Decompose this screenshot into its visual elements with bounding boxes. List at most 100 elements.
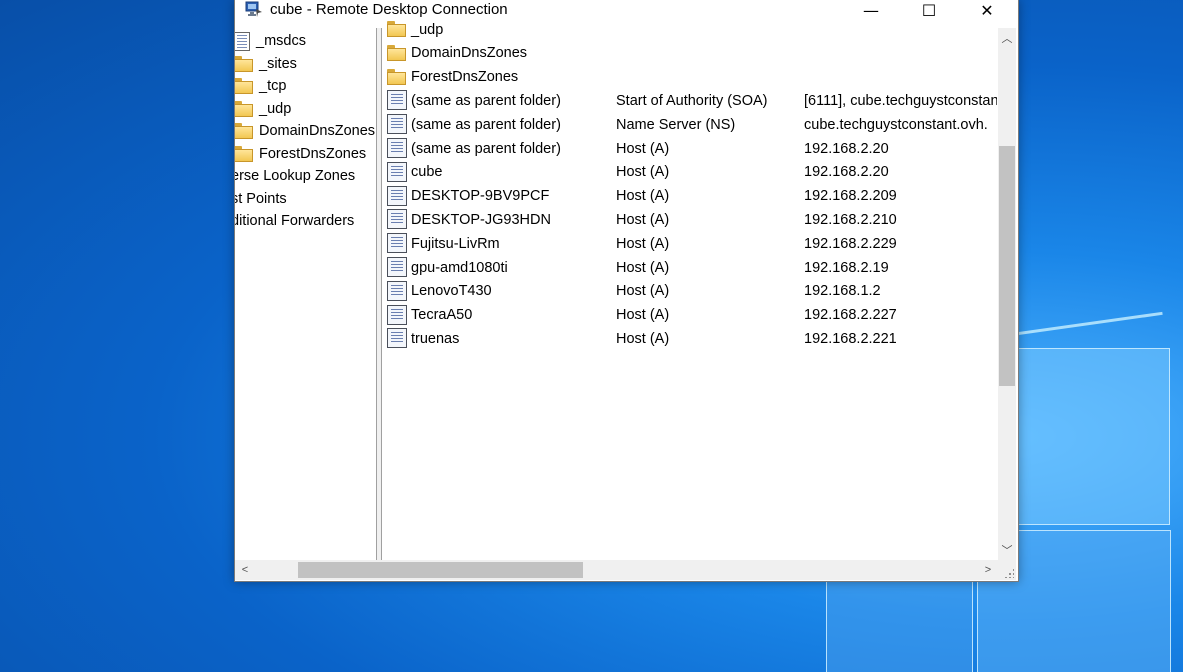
tree-item-label: st Points	[235, 190, 287, 207]
horizontal-scrollbar[interactable]: < >	[235, 560, 998, 580]
list-item[interactable]: (same as parent folder) Start of Authorit…	[385, 89, 997, 112]
list-item[interactable]: gpu-amd1080ti Host (A) 192.168.2.19	[385, 256, 997, 279]
chevron-right-icon: >	[984, 564, 992, 576]
record-icon	[387, 280, 407, 301]
record-icon	[387, 257, 407, 277]
record-icon	[387, 304, 407, 325]
record-type: Host (A)	[616, 307, 670, 324]
record-type: Start of Authority (SOA)	[616, 92, 768, 109]
record-name: cube	[411, 164, 443, 181]
record-name: Fujitsu-LivRm	[411, 235, 500, 252]
vertical-scroll-thumb[interactable]	[999, 146, 1015, 386]
list-item[interactable]: ForestDnsZones	[385, 66, 997, 89]
scroll-right-button[interactable]: >	[978, 560, 998, 580]
scroll-up-button[interactable]: ︿	[998, 28, 1016, 48]
remote-desktop-icon	[245, 1, 262, 17]
list-item[interactable]: _udp	[385, 20, 997, 41]
record-name: TecraA50	[411, 307, 473, 324]
record-name: DESKTOP-JG93HDN	[411, 211, 551, 228]
record-type: Host (A)	[616, 235, 670, 252]
record-data: 192.168.2.227	[804, 307, 897, 324]
title-bar[interactable]: cube - Remote Desktop Connection — ☐ ✕	[235, 0, 1018, 22]
record-data: 192.168.2.221	[804, 330, 897, 347]
minimize-button[interactable]: —	[842, 0, 900, 20]
record-data: 192.168.2.20	[804, 164, 889, 181]
record-data: 192.168.2.210	[804, 211, 897, 228]
record-data: 192.168.1.2	[804, 283, 881, 300]
tree-item-label: _tcp	[259, 78, 287, 94]
tree-item[interactable]: _udp	[235, 98, 291, 120]
horizontal-scroll-thumb[interactable]	[298, 562, 583, 578]
record-name: (same as parent folder)	[411, 92, 561, 109]
tree-item[interactable]: erse Lookup Zones	[235, 165, 355, 187]
tree-item[interactable]: ditional Forwarders	[235, 210, 354, 232]
tree-item-label: _msdcs	[256, 33, 306, 49]
tree-item[interactable]: _tcp	[235, 75, 286, 97]
dns-records-list: _udp DomainDnsZones ForestDnsZones (same as…	[385, 20, 997, 560]
tree-item-label: ForestDnsZones	[259, 145, 367, 162]
list-item[interactable]: DESKTOP-JG93HDN Host (A) 192.168.2.210	[385, 208, 997, 231]
folder-icon	[235, 78, 253, 94]
pane-splitter[interactable]	[376, 28, 382, 560]
record-type: Host (A)	[616, 140, 670, 157]
list-item[interactable]: truenas Host (A) 192.168.2.221	[385, 327, 997, 350]
record-icon	[387, 233, 407, 254]
remote-desktop-window: cube - Remote Desktop Connection — ☐ ✕ _…	[234, 0, 1019, 582]
list-item[interactable]: LenovoT430 Host (A) 192.168.1.2	[385, 280, 997, 303]
record-type: Host (A)	[616, 283, 670, 300]
record-data: [6111], cube.techguystconstant	[804, 92, 997, 109]
record-name: gpu-amd1080ti	[411, 259, 508, 276]
tree-item-label: _sites	[259, 55, 297, 72]
folder-icon	[235, 123, 253, 139]
record-type: Host (A)	[616, 164, 670, 181]
tree-item[interactable]: DomainDnsZones	[235, 120, 375, 142]
record-type: Host (A)	[616, 259, 670, 276]
record-icon	[387, 90, 407, 111]
tree-item[interactable]: ForestDnsZones	[235, 143, 366, 165]
record-icon	[387, 209, 407, 230]
record-name: DomainDnsZones	[411, 45, 528, 62]
record-data: cube.techguystconstant.ovh.	[804, 116, 988, 133]
record-data: 192.168.2.229	[804, 235, 897, 252]
tree-item-label: DomainDnsZones	[259, 123, 376, 139]
list-item[interactable]: cube Host (A) 192.168.2.20	[385, 161, 997, 184]
folder-icon	[235, 55, 253, 72]
folder-icon	[235, 100, 253, 117]
close-button[interactable]: ✕	[958, 0, 1016, 20]
record-icon	[387, 185, 407, 206]
list-item[interactable]: DESKTOP-9BV9PCF Host (A) 192.168.2.209	[385, 185, 997, 208]
tree-item[interactable]: _sites	[235, 53, 297, 75]
record-type: Host (A)	[616, 211, 670, 228]
list-item[interactable]: TecraA50 Host (A) 192.168.2.227	[385, 304, 997, 327]
record-name: DESKTOP-9BV9PCF	[411, 188, 550, 205]
list-item[interactable]: (same as parent folder) Name Server (NS) c…	[385, 113, 997, 136]
tree-item-label: ditional Forwarders	[235, 213, 355, 229]
minimize-icon: —	[863, 0, 879, 20]
chevron-down-icon: ﹀	[1001, 545, 1013, 557]
vertical-scrollbar[interactable]: ︿ ﹀	[998, 28, 1016, 560]
list-item[interactable]: (same as parent folder) Host (A) 192.168.2…	[385, 137, 997, 160]
folder-icon	[387, 44, 407, 65]
tree-item[interactable]: _msdcs	[235, 30, 306, 52]
resize-grip-icon[interactable]	[998, 560, 1016, 580]
tree-item[interactable]: st Points	[235, 188, 287, 210]
maximize-button[interactable]: ☐	[900, 0, 958, 20]
folder-icon	[235, 145, 253, 162]
record-icon	[387, 114, 407, 135]
scroll-down-button[interactable]: ﹀	[998, 540, 1016, 560]
record-icon	[387, 138, 407, 158]
chevron-left-icon: <	[241, 564, 249, 576]
record-name: LenovoT430	[411, 283, 492, 300]
record-data: 192.168.2.19	[804, 259, 889, 276]
record-type: Name Server (NS)	[616, 116, 736, 133]
record-icon	[387, 161, 407, 182]
list-item[interactable]: DomainDnsZones	[385, 42, 997, 65]
list-item[interactable]: Fujitsu-LivRm Host (A) 192.168.2.229	[385, 232, 997, 255]
scroll-left-button[interactable]: <	[235, 560, 255, 580]
wallpaper-pane	[1012, 348, 1170, 525]
folder-icon	[387, 68, 407, 89]
record-name: (same as parent folder)	[411, 140, 561, 157]
chevron-up-icon: ︿	[1001, 33, 1013, 45]
record-type: Host (A)	[616, 188, 670, 205]
zone-icon	[235, 31, 250, 51]
